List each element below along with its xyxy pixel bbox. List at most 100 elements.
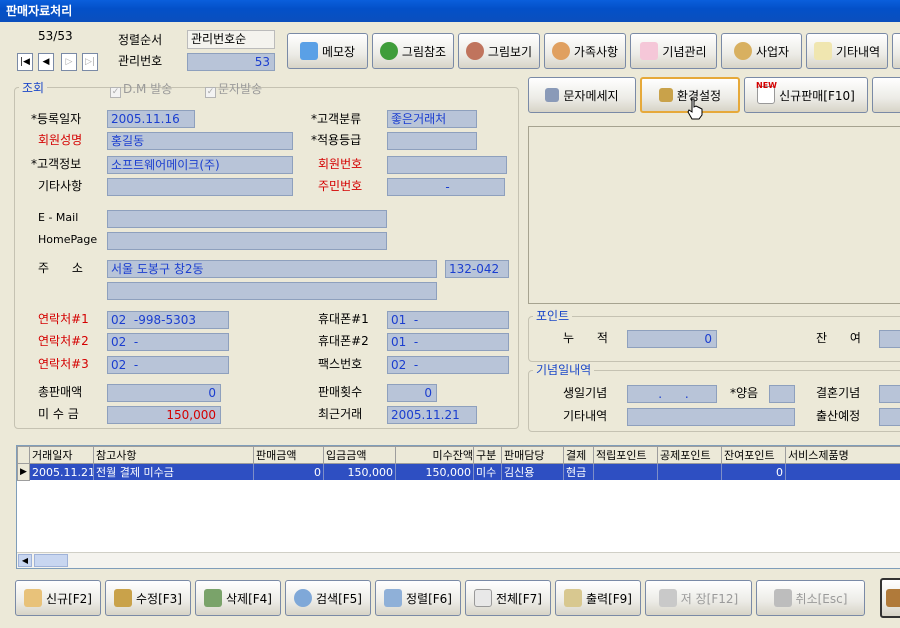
prev-record-button[interactable]: ◀ [38,53,54,71]
other-details-button[interactable]: 기타내역 [806,33,888,69]
picture-view-button[interactable]: 그림보기 [458,33,540,69]
member-name-field[interactable]: 홍길동 [107,132,293,150]
sms-checkbox[interactable]: ✓ 문자발송 [205,80,262,98]
anniv-other-field[interactable] [627,408,795,426]
cell-earned-points[interactable] [593,463,658,480]
anniversary-group-title: 기념일내역 [533,363,595,377]
cell-remaining-points[interactable]: 0 [721,463,786,480]
new-sale-button[interactable]: NEW 신규판매[F10] [744,77,868,113]
customer-class-field[interactable]: 좋은거래처 [387,110,477,128]
fax-label: 팩스번호 [318,357,363,371]
cell-deposit[interactable]: 150,000 [323,463,396,480]
address2-field[interactable] [107,282,437,300]
grade-field[interactable] [387,132,477,150]
col-header-type[interactable]: 구분 [473,446,502,464]
lunar-field[interactable] [769,385,795,403]
edit-button[interactable]: 수정[F3] [105,580,191,616]
picture-ref-button[interactable]: 그림참조 [372,33,454,69]
grade-label: *적용등급 [311,133,362,147]
col-header-staff[interactable]: 판매담당 [501,446,564,464]
cell-trade-date[interactable]: 2005.11.21 [29,463,94,480]
sms-button[interactable]: 문자메세지 [528,77,636,113]
misc-label: 기타사항 [38,179,83,193]
birthday-field[interactable]: . . [627,385,717,403]
scroll-left-icon[interactable]: ◀ [18,554,32,567]
cell-unpaid[interactable]: 150,000 [395,463,474,480]
sort-button[interactable]: 정렬[F6] [375,580,461,616]
horizontal-scrollbar[interactable]: ◀ [17,552,900,568]
homepage-label: HomePage [38,233,98,246]
homepage-field[interactable] [107,232,387,250]
col-header-service-product[interactable]: 서비스제품명 [785,446,900,464]
col-header-note[interactable]: 참고사항 [93,446,254,464]
sort-order-select[interactable]: 관리번호순 [187,30,275,49]
scroll-thumb[interactable] [34,554,68,567]
phone3-field[interactable]: 02 - [107,356,229,374]
wedding-field[interactable] [879,385,900,403]
col-header-deducted-points[interactable]: 공제포인트 [657,446,722,464]
col-header-trade-date[interactable]: 거래일자 [29,446,94,464]
customer-info-field[interactable]: 소프트웨어메이크(주) [107,156,293,174]
mobile2-field[interactable]: 01 - [387,333,509,351]
mgmt-no-field[interactable]: 53 [187,53,275,71]
phone-icon [545,88,560,102]
email-field[interactable] [107,210,387,228]
col-header-earned-points[interactable]: 적립포인트 [593,446,658,464]
search-button[interactable]: 검색[F5] [285,580,371,616]
toolbar-overflow-button[interactable] [892,33,900,69]
resident-no-field[interactable]: - [387,178,505,196]
save-button[interactable]: 저 장[F12] [645,580,752,616]
exit-button[interactable] [880,578,900,618]
sales-grid[interactable]: 거래일자 참고사항 판매금액 입금금액 미수잔액 구분 판매담당 결제 적립포인… [16,445,900,569]
business-button[interactable]: 사업자 [721,33,802,69]
new-button[interactable]: 신규[F2] [15,580,101,616]
all-button[interactable]: 전체[F7] [465,580,551,616]
cell-deducted-points[interactable] [657,463,722,480]
mobile1-field[interactable]: 01 - [387,311,509,329]
print-button[interactable]: 출력[F9] [555,580,641,616]
lunar-label: *양음 [730,386,759,400]
sort-order-label: 정렬순서 [118,33,163,47]
family-button[interactable]: 가족사항 [544,33,626,69]
table-row[interactable]: ▶ 2005.11.21 전월 결제 미수금 0 150,000 150,000… [17,463,900,481]
delete-button[interactable]: 삭제[F4] [195,580,281,616]
col-header-unpaid[interactable]: 미수잔액 [395,446,474,464]
member-no-field[interactable] [387,156,507,174]
anniversary-button[interactable]: 기념관리 [630,33,717,69]
memo-button[interactable]: 메모장 [287,33,368,69]
cell-type[interactable]: 미수 [473,463,502,480]
misc-field[interactable] [107,178,293,196]
cell-sale-amount[interactable]: 0 [253,463,324,480]
cell-payment[interactable]: 현금 [563,463,594,480]
record-counter: 53/53 [38,29,73,43]
last-record-button[interactable]: ▷| [82,53,98,71]
first-record-button[interactable]: |◀ [17,53,33,71]
next-record-button[interactable]: ▷ [61,53,77,71]
cell-staff[interactable]: 김신용 [501,463,564,480]
col-header-payment[interactable]: 결제 [563,446,594,464]
cancel-button[interactable]: 취소[Esc] [756,580,865,616]
customer-class-label: *고객분류 [311,112,362,126]
reg-date-field[interactable]: 2005.11.16 [107,110,195,128]
address-label: 주 소 [38,261,83,275]
col-header-remaining-points[interactable]: 잔여포인트 [721,446,786,464]
phone2-field[interactable]: 02 - [107,333,229,351]
member-no-label: 회원번호 [318,157,363,171]
dm-checkbox[interactable]: ✓ D.M 발송 [110,80,172,98]
check-icon: ✓ [205,87,216,98]
col-header-deposit[interactable]: 입금금액 [323,446,396,464]
zip-field[interactable]: 132-042 [445,260,509,278]
grid-corner [17,446,30,464]
birth-due-field[interactable] [879,408,900,426]
toolbar-overflow-button-2[interactable] [872,77,900,113]
mobile2-label: 휴대폰#2 [318,334,369,348]
phone1-field[interactable]: 02 -998-5303 [107,311,229,329]
member-name-label: 회원성명 [38,133,83,147]
fax-field[interactable]: 02 - [387,356,509,374]
address-field[interactable]: 서울 도봉구 창2동 [107,260,437,278]
points-accum-label: 누 적 [563,331,608,345]
cell-note[interactable]: 전월 결제 미수금 [93,463,254,480]
col-header-sale-amount[interactable]: 판매금액 [253,446,324,464]
memo-area[interactable] [528,126,900,304]
cell-service-product[interactable] [785,463,900,480]
